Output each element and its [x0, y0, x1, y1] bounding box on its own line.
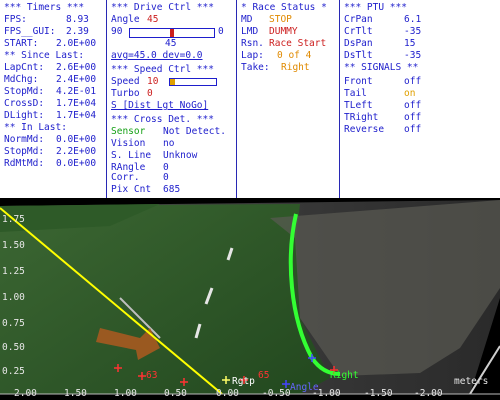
corr-row: Corr. 0 — [111, 172, 169, 183]
signals-title: ** SIGNALS ** — [344, 62, 419, 73]
mode-row: MD STOP — [241, 14, 292, 25]
signal-row: TRight off — [344, 112, 422, 123]
timer-row: StopMd: 4.2E-01 — [4, 86, 97, 97]
timer-row: LapCnt: 2.6E+00 — [4, 62, 97, 73]
signal-row: Tail on — [344, 88, 416, 99]
reason-row: Rsn. Race Start — [241, 38, 327, 49]
angle-stats: avg=45.0 dev=0.0 — [111, 50, 203, 61]
timer-row: DLight: 1.7E+04 — [4, 110, 97, 121]
units-label: meters — [454, 376, 489, 387]
ptu-row: CrTlt -35 — [344, 26, 422, 37]
speed-title: *** Speed Ctrl *** — [111, 64, 214, 75]
x-tick-label: -1.50 — [364, 388, 393, 399]
sign-status: S [Dist Lgt NoGo] — [111, 100, 209, 111]
timer-row: FPS: 8.93 — [4, 14, 89, 25]
x-tick-label: 1.00 — [114, 388, 137, 399]
sensor-row: Sensor Not Detect. — [111, 126, 226, 137]
ptu-row: DsPan 15 — [344, 38, 416, 49]
ptu-section: *** PTU *** CrPan 6.1 CrTlt -35 DsPan 15 Ds… — [340, 0, 500, 198]
pixcnt-row: Pix Cnt 685 — [111, 184, 181, 195]
y-tick-label: 0.50 — [2, 342, 25, 353]
x-tick-label: 1.50 — [64, 388, 87, 399]
angle-center: 45 — [165, 38, 177, 49]
y-tick-label: 1.25 — [2, 266, 25, 277]
vision-row: Vision no — [111, 138, 175, 149]
angle-value: 45 — [147, 14, 159, 25]
timers-section: *** Timers *** FPS: 8.93 FPS__GUI: 2.39 ST… — [0, 0, 106, 198]
cross-title: *** Cross Det. *** — [111, 114, 214, 125]
angle-max: 0 — [218, 26, 224, 37]
x-tick-label: 2.00 — [14, 388, 37, 399]
status-panel: *** Timers *** FPS: 8.93 FPS__GUI: 2.39 ST… — [0, 0, 500, 198]
y-tick-label: 1.50 — [2, 240, 25, 251]
timer-row: MdChg: 2.4E+00 — [4, 74, 97, 85]
signal-row: Front off — [344, 76, 422, 87]
y-tick-label: 1.75 — [2, 214, 25, 225]
timer-row: START: 2.0E+00 — [4, 38, 97, 49]
angle-row: Angle 45 — [111, 14, 159, 25]
speed-row: Speed 10 — [111, 76, 159, 87]
angle-slider[interactable] — [129, 28, 215, 38]
lap-row: Lap: 0 of 4 — [241, 50, 312, 61]
track-floor — [0, 204, 330, 394]
x-tick-label: 0.00 — [216, 388, 239, 399]
timer-row: StopMd: 2.2E+00 — [4, 146, 97, 157]
y-tick-label: 1.00 — [2, 292, 25, 303]
timer-row: CrossD: 1.7E+04 — [4, 98, 97, 109]
marker-label: 63 — [146, 370, 158, 381]
mode-value: STOP — [269, 14, 292, 25]
race-title: * Race Status * — [241, 2, 327, 13]
angle-overlay-label: Angle — [290, 382, 319, 393]
rgtp-label: Rgtp — [232, 376, 255, 387]
last-mode-row: LMD DUMMY — [241, 26, 298, 37]
timer-row: FPS__GUI: 2.39 — [4, 26, 89, 37]
race-section: * Race Status * MD STOP LMD DUMMY Rsn. Race… — [237, 0, 339, 198]
ptu-title: *** PTU *** — [344, 2, 407, 13]
timers-title: *** Timers *** — [4, 2, 85, 13]
speed-gauge-fill — [170, 79, 175, 85]
drive-title: *** Drive Ctrl *** — [111, 2, 214, 13]
timer-row: NormMd: 0.0E+00 — [4, 134, 97, 145]
x-tick-label: -2.00 — [414, 388, 443, 399]
take-row: Take: Right — [241, 62, 310, 73]
signal-row: TLeft off — [344, 100, 422, 111]
speed-gauge — [169, 78, 217, 86]
angle-slider-handle[interactable] — [170, 29, 174, 37]
turbo-row: Turbo 0 — [111, 88, 153, 99]
marker-label: 65 — [258, 370, 270, 381]
ptu-row: CrPan 6.1 — [344, 14, 422, 25]
y-tick-label: 0.75 — [2, 318, 25, 329]
y-tick-label: 0.25 — [2, 366, 25, 377]
x-tick-label: -0.50 — [262, 388, 291, 399]
camera-birdseye-view[interactable]: 1.75 1.50 1.25 1.00 0.75 0.50 0.25 2.00 … — [0, 198, 500, 400]
timer-row: RdMtMd: 0.0E+00 — [4, 158, 97, 169]
x-tick-label: 0.50 — [164, 388, 187, 399]
drive-section: *** Drive Ctrl *** Angle 45 90 0 45 avg=4… — [107, 0, 236, 198]
camera-image — [0, 200, 500, 395]
sline-row: S. Line Unknow — [111, 150, 198, 161]
speed-value: 10 — [147, 76, 159, 87]
angle-min: 90 — [111, 26, 123, 37]
since-title: ** Since Last: — [4, 50, 85, 61]
right-lane-label: Right — [330, 370, 359, 381]
signal-row: Reverse off — [344, 124, 422, 135]
in-last-title: ** In Last: — [4, 122, 67, 133]
ptu-row: DsTlt -35 — [344, 50, 422, 61]
